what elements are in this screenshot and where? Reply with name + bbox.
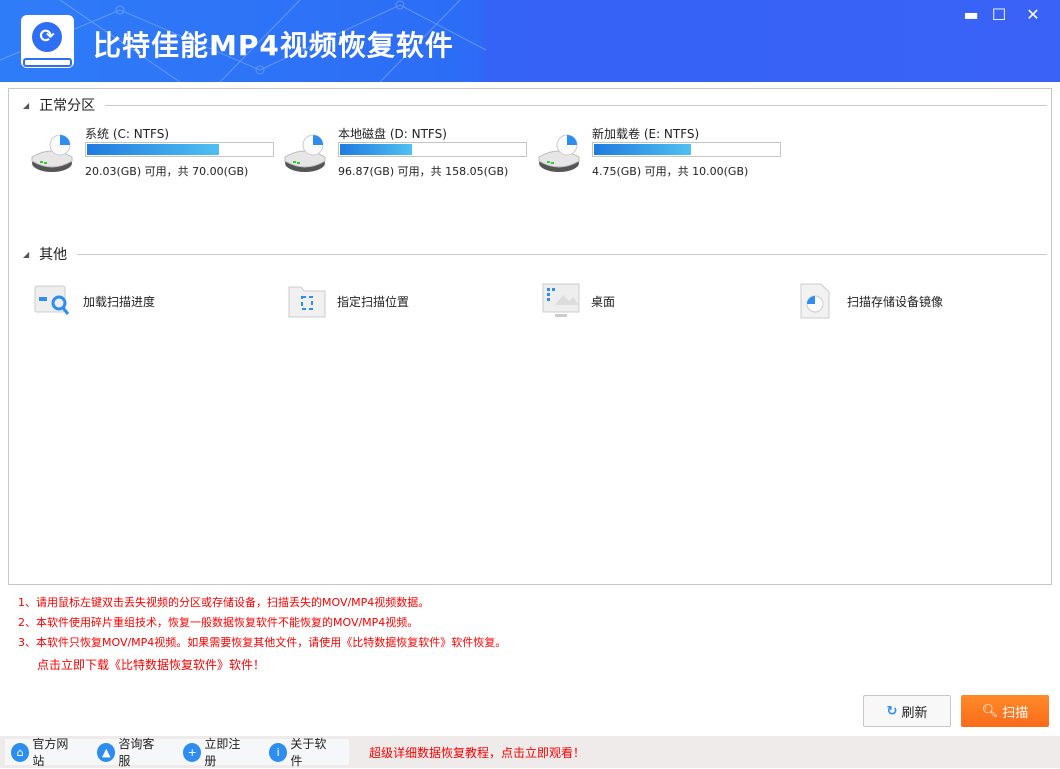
title-bar: ⟳ 比特佳能MP4视频恢复软件 ▬ ☐ ✕ <box>0 0 1060 82</box>
section-title: 正常分区 <box>39 98 96 114</box>
hard-drive-icon <box>284 134 326 172</box>
drive-capacity: 96.87(GB) 可用，共 158.05(GB) <box>338 165 509 178</box>
drive-usage-bar <box>338 142 527 157</box>
drive-name: 新加载卷 (E: NTFS) <box>592 127 700 141</box>
minimize-button[interactable]: ▬ <box>956 4 986 26</box>
other-item-disk-image[interactable]: 扫描存储设备镜像 <box>797 283 943 319</box>
chat-icon: ▲ <box>97 742 116 762</box>
drive-name: 系统 (C: NTFS) <box>85 127 170 141</box>
drive-usage-fill <box>340 144 412 155</box>
drive-capacity: 20.03(GB) 可用，共 70.00(GB) <box>85 165 249 178</box>
drive-usage-bar <box>85 142 274 157</box>
load-progress-icon <box>34 285 70 315</box>
footer-support[interactable]: ▲ 咨询客服 <box>97 735 165 769</box>
section-title: 其他 <box>39 247 68 263</box>
refresh-icon: ↻ <box>886 703 898 719</box>
refresh-button[interactable]: ↻ 刷新 <box>863 695 951 727</box>
drive-item[interactable]: 系统 (C: NTFS) 20.03(GB) 可用，共 70.00(GB) <box>30 125 280 181</box>
desktop-icon <box>542 283 580 317</box>
app-title: 比特佳能MP4视频恢复软件 <box>93 29 454 62</box>
drive-usage-bar <box>592 142 781 157</box>
hard-drive-icon <box>31 134 73 172</box>
drive-name: 本地磁盘 (D: NTFS) <box>338 127 447 141</box>
download-link[interactable]: 点击立即下载《比特数据恢复软件》软件！ <box>18 653 506 677</box>
drive-item[interactable]: 新加载卷 (E: NTFS) 4.75(GB) 可用，共 10.00(GB) <box>537 125 787 181</box>
drive-usage-fill <box>87 144 220 155</box>
other-item-load-progress[interactable]: 加载扫描进度 <box>33 283 155 319</box>
drive-item[interactable]: 本地磁盘 (D: NTFS) 96.87(GB) 可用，共 158.05(GB) <box>283 125 533 181</box>
tutorial-link[interactable]: 超级详细数据恢复教程，点击立即观看！ <box>369 744 585 761</box>
other-item-specify-location[interactable]: 指定扫描位置 <box>287 283 409 319</box>
footer-about[interactable]: i 关于软件 <box>269 735 337 769</box>
section-header-other[interactable]: ◢ 其他 <box>23 244 1047 264</box>
search-icon: 🔍︎ <box>981 703 999 719</box>
drive-capacity: 4.75(GB) 可用，共 10.00(GB) <box>592 165 749 178</box>
note-line: 1、请用鼠标左键双击丢失视频的分区或存储设备，扫描丢失的MOV/MP4视频数据。 <box>18 596 430 609</box>
section-header-partitions[interactable]: ◢ 正常分区 <box>23 95 1047 115</box>
scan-button[interactable]: 🔍︎ 扫描 <box>961 695 1049 727</box>
app-logo: ⟳ <box>21 15 74 68</box>
close-button[interactable]: ✕ <box>1018 4 1048 26</box>
note-line: 3、本软件只恢复MOV/MP4视频。如果需要恢复其他文件，请使用《比特数据恢复软… <box>18 636 507 649</box>
disk-image-icon <box>800 283 830 319</box>
maximize-button[interactable]: ☐ <box>984 4 1014 26</box>
other-item-desktop[interactable]: 桌面 <box>541 283 615 319</box>
add-user-icon: + <box>183 742 202 762</box>
drive-usage-fill <box>594 144 692 155</box>
note-line: 2、本软件使用碎片重组技术，恢复一般数据恢复软件不能恢复的MOV/MP4视频。 <box>18 616 419 629</box>
main-panel: ◢ 正常分区 系统 (C: NTFS) 20.03(GB) 可用，共 70.00(… <box>8 88 1052 585</box>
home-icon: ⌂ <box>11 742 30 762</box>
info-icon: i <box>269 742 288 762</box>
refresh-disk-icon: ⟳ <box>32 22 62 52</box>
collapse-triangle-icon[interactable]: ◢ <box>23 101 29 110</box>
folder-target-icon <box>288 286 326 318</box>
footer-official-site[interactable]: ⌂ 官方网站 <box>11 735 79 769</box>
hard-drive-icon <box>538 134 580 172</box>
collapse-triangle-icon[interactable]: ◢ <box>23 250 29 259</box>
footer-register[interactable]: + 立即注册 <box>183 735 251 769</box>
instructions: 1、请用鼠标左键双击丢失视频的分区或存储设备，扫描丢失的MOV/MP4视频数据。… <box>18 593 506 677</box>
footer-bar: ⌂ 官方网站 ▲ 咨询客服 + 立即注册 i 关于软件 超级详细数据恢复教程，点击立即观… <box>0 736 1060 768</box>
